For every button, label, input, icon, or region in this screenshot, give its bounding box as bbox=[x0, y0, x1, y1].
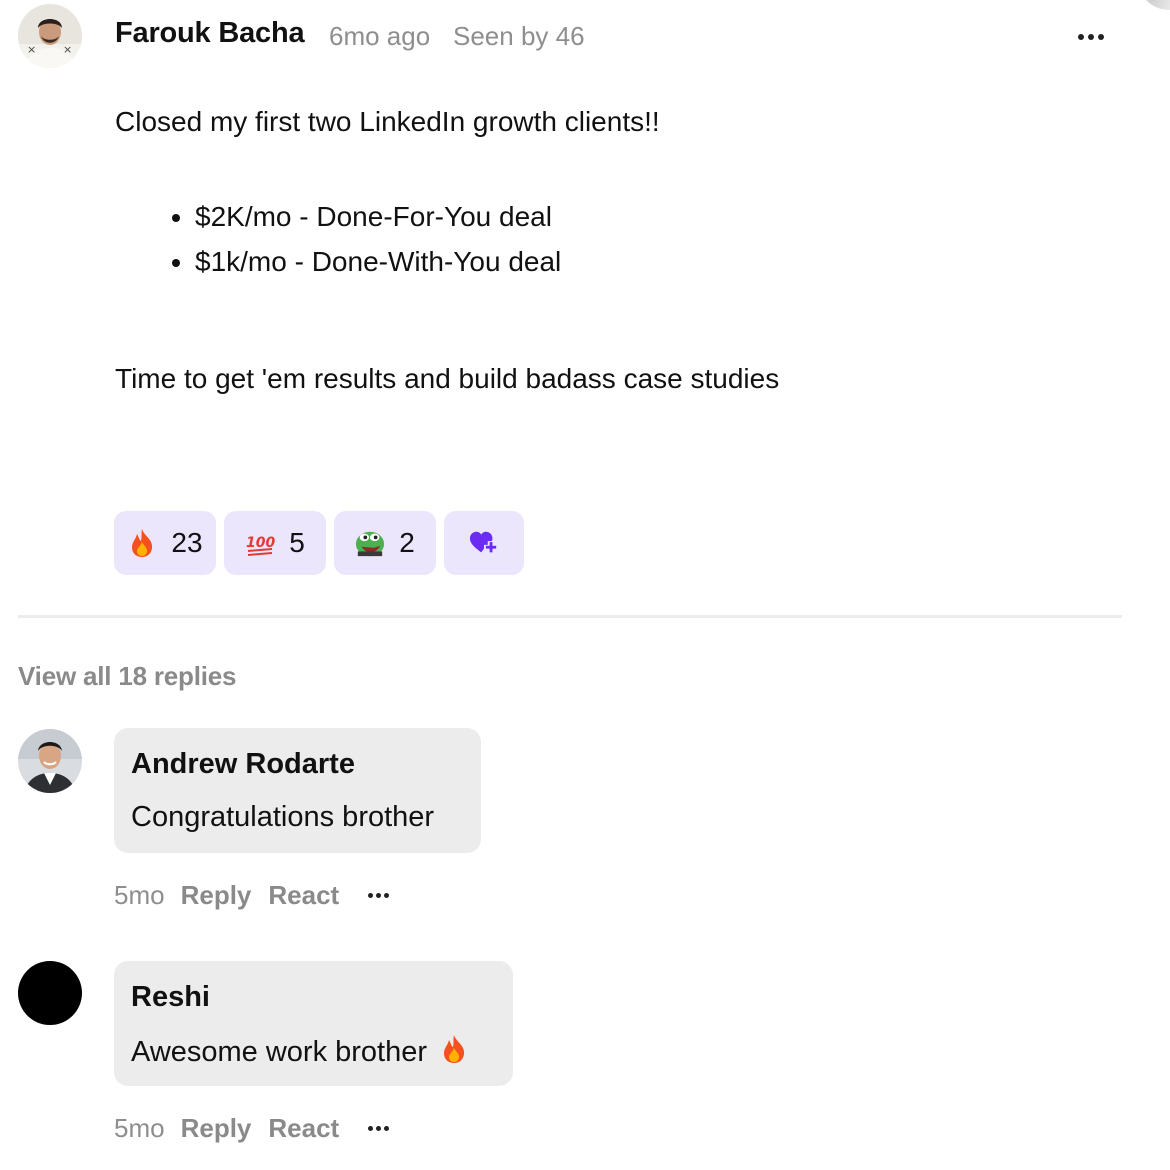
comment-author-avatar[interactable] bbox=[18, 961, 82, 1025]
ellipsis-icon-dot bbox=[384, 893, 390, 898]
reaction-bar: 23 100 5 2 bbox=[114, 511, 524, 575]
reaction-pepe[interactable]: 2 bbox=[334, 511, 436, 575]
thread-view: × × Farouk Bacha 6mo ago Seen by 46 Clos… bbox=[0, 0, 1170, 1170]
comment-text: Congratulations brother bbox=[131, 801, 435, 833]
post-author-name[interactable]: Farouk Bacha bbox=[115, 17, 305, 50]
ellipsis-icon bbox=[1078, 34, 1084, 40]
ellipsis-icon-dot bbox=[376, 1126, 382, 1131]
react-button[interactable]: React bbox=[268, 880, 339, 911]
comment-text: Awesome work brother bbox=[131, 1036, 428, 1068]
comment-author-name[interactable]: Reshi bbox=[131, 981, 210, 1014]
ellipsis-icon-dot bbox=[1088, 34, 1094, 40]
post-seen-count[interactable]: Seen by 46 bbox=[453, 21, 585, 52]
pepe-frog-emoji-icon bbox=[355, 528, 385, 558]
comment-text-row: Awesome work brother bbox=[131, 1034, 467, 1072]
reply-button[interactable]: Reply bbox=[181, 880, 252, 911]
comment-more-button[interactable] bbox=[368, 893, 390, 898]
comment-timestamp: 5mo bbox=[114, 1113, 165, 1143]
post-more-button[interactable] bbox=[1072, 22, 1110, 52]
ellipsis-icon bbox=[368, 1126, 374, 1131]
post-timestamp: 6mo ago bbox=[329, 21, 431, 51]
deal-item: $2K/mo - Done-For-You deal bbox=[195, 194, 1115, 239]
comment-author-avatar[interactable] bbox=[18, 729, 82, 793]
reaction-fire[interactable]: 23 bbox=[114, 511, 216, 575]
ellipsis-icon-dot bbox=[384, 1126, 390, 1131]
comment-bubble: Reshi Awesome work brother bbox=[114, 961, 513, 1086]
post-author-avatar[interactable]: × × bbox=[18, 4, 82, 68]
corner-shadow bbox=[1140, 0, 1170, 10]
react-button[interactable]: React bbox=[268, 1113, 339, 1144]
reaction-count: 23 bbox=[171, 527, 203, 558]
svg-text:×: × bbox=[27, 43, 36, 56]
add-reaction-button[interactable] bbox=[444, 511, 524, 575]
hundred-points-emoji-icon: 100 bbox=[245, 528, 275, 558]
fire-emoji-icon bbox=[127, 528, 157, 558]
svg-text:×: × bbox=[63, 43, 72, 56]
comment-bubble: Andrew Rodarte Congratulations brother bbox=[114, 728, 481, 853]
view-all-replies-link[interactable]: View all 18 replies bbox=[18, 661, 237, 692]
comment-timestamp: 5mo bbox=[114, 880, 165, 910]
reaction-count: 2 bbox=[399, 527, 415, 558]
post-closing: Time to get 'em results and build badass… bbox=[115, 363, 780, 394]
reaction-count: 5 bbox=[289, 527, 305, 558]
deal-list: $2K/mo - Done-For-You deal $1k/mo - Done… bbox=[115, 194, 1115, 284]
divider bbox=[18, 615, 1122, 618]
reply-button[interactable]: Reply bbox=[181, 1113, 252, 1144]
ellipsis-icon-dot bbox=[1098, 34, 1104, 40]
reaction-hundred[interactable]: 100 5 bbox=[224, 511, 326, 575]
fire-emoji-icon bbox=[441, 1034, 467, 1072]
comment-more-button[interactable] bbox=[368, 1126, 390, 1131]
heart-plus-icon bbox=[469, 528, 499, 558]
post-intro: Closed my first two LinkedIn growth clie… bbox=[115, 106, 660, 137]
comment-actions: 5mo Reply React bbox=[114, 1113, 390, 1144]
post-body: Closed my first two LinkedIn growth clie… bbox=[115, 104, 1115, 394]
deal-item: $1k/mo - Done-With-You deal bbox=[195, 239, 1115, 284]
ellipsis-icon-dot bbox=[376, 893, 382, 898]
ellipsis-icon bbox=[368, 893, 374, 898]
comment-actions: 5mo Reply React bbox=[114, 880, 390, 911]
comment-author-name[interactable]: Andrew Rodarte bbox=[131, 748, 355, 781]
